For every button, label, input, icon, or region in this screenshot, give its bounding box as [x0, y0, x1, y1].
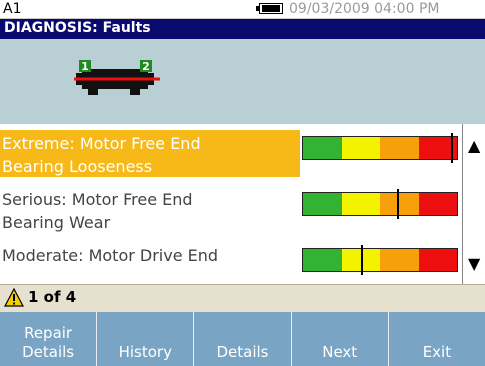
next-button[interactable]: Next [291, 312, 389, 366]
fault-label: Serious: Motor Free End Bearing Wear [2, 190, 193, 232]
fault-list-scrollbar[interactable]: ▲ ▼ [462, 124, 485, 284]
severity-marker [451, 133, 453, 163]
fault-label-highlight: Extreme: Motor Free End Bearing Loosenes… [0, 130, 300, 177]
status-bar: A1 09/03/2009 04:00 PM [0, 0, 485, 19]
details-button[interactable]: Details [194, 312, 292, 366]
severity-marker [397, 189, 399, 219]
fault-count-bar: 1 of 4 [0, 284, 485, 312]
battery-icon [256, 3, 283, 14]
repair-details-button[interactable]: Repair Details [0, 312, 98, 366]
softkey-label: Exit [422, 343, 452, 361]
page-title: DIAGNOSIS: Faults [4, 20, 151, 36]
fault-list: Extreme: Motor Free End Bearing Loosenes… [0, 124, 485, 284]
motor-icon: 1 2 [74, 60, 160, 95]
softkey-label: Next [322, 343, 358, 361]
fault-label-area: Serious: Motor Free End Bearing Wear [0, 186, 300, 233]
fault-row[interactable]: Extreme: Motor Free End Bearing Loosenes… [0, 124, 462, 178]
datetime-display: 09/03/2009 04:00 PM [289, 1, 440, 17]
softkey-bar: Repair Details History Details Next Exit [0, 312, 485, 366]
fault-row[interactable]: Moderate: Motor Drive End [0, 236, 462, 290]
scroll-up-icon[interactable]: ▲ [468, 138, 480, 154]
title-bar: DIAGNOSIS: Faults [0, 19, 485, 39]
exit-button[interactable]: Exit [388, 312, 485, 366]
machine-diagram-panel: 1 2 [0, 39, 485, 124]
severity-bar [302, 189, 458, 219]
fault-label: Moderate: Motor Drive End [2, 246, 219, 265]
severity-bar [302, 245, 458, 275]
fault-count: 1 of 4 [28, 288, 77, 306]
severity-marker [361, 245, 363, 275]
history-button[interactable]: History [97, 312, 195, 366]
point-2-label: 2 [142, 60, 150, 73]
softkey-label: Repair Details [22, 324, 75, 361]
severity-bar [302, 133, 458, 163]
softkey-label: History [118, 343, 172, 361]
point-1-label: 1 [81, 60, 89, 73]
fault-row[interactable]: Serious: Motor Free End Bearing Wear [0, 180, 462, 234]
warning-icon [4, 288, 24, 307]
fault-label: Extreme: Motor Free End Bearing Loosenes… [2, 134, 201, 176]
softkey-label: Details [216, 343, 269, 361]
screen-id-label: A1 [3, 1, 22, 17]
scroll-down-icon[interactable]: ▼ [468, 256, 480, 272]
fault-label-area: Moderate: Motor Drive End [0, 242, 300, 289]
